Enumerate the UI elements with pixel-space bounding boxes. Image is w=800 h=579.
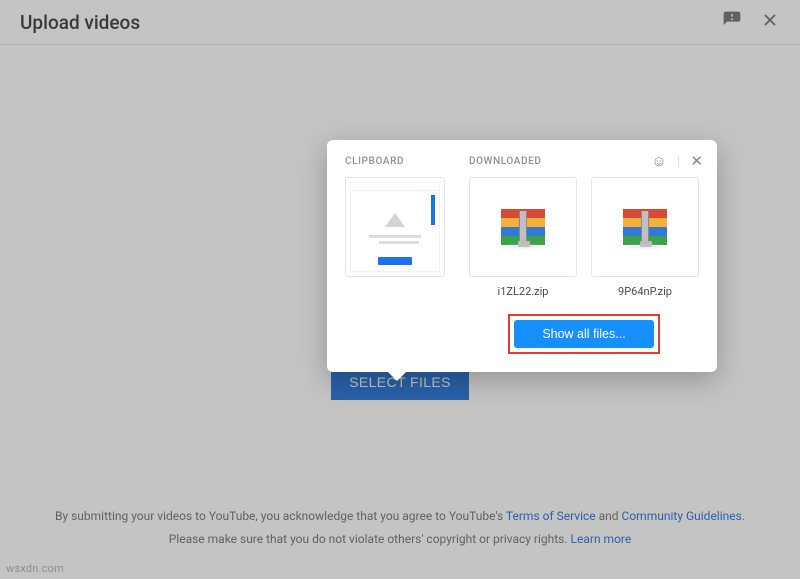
emoji-icon[interactable]: ☺ bbox=[651, 152, 666, 170]
file-name: i1ZL22.zip bbox=[498, 285, 549, 298]
file-name: 9P64nP.zip bbox=[618, 285, 672, 298]
footer-text-2: Please make sure that you do not violate… bbox=[169, 532, 571, 546]
archive-icon bbox=[501, 209, 545, 245]
downloaded-file[interactable]: i1ZL22.zip bbox=[469, 177, 577, 298]
archive-icon bbox=[623, 209, 667, 245]
show-all-files-button[interactable]: Show all files... bbox=[514, 320, 653, 348]
file-picker-popover: ☺ | ✕ CLIPBOARD DOWNLOADED bbox=[327, 140, 717, 372]
learn-more-link[interactable]: Learn more bbox=[571, 532, 632, 546]
watermark: wsxdn.com bbox=[6, 562, 64, 575]
close-icon[interactable]: ✕ bbox=[690, 152, 703, 170]
downloaded-file[interactable]: 9P64nP.zip bbox=[591, 177, 699, 298]
legal-footer: By submitting your videos to YouTube, yo… bbox=[0, 505, 800, 551]
clipboard-preview bbox=[350, 182, 440, 272]
clipboard-item[interactable] bbox=[345, 177, 445, 277]
close-icon[interactable] bbox=[760, 10, 780, 34]
feedback-icon[interactable] bbox=[722, 10, 742, 34]
header-actions bbox=[722, 10, 780, 34]
separator: | bbox=[677, 152, 681, 170]
tos-link[interactable]: Terms of Service bbox=[506, 509, 596, 523]
downloaded-section: DOWNLOADED i1ZL22.zip bbox=[469, 156, 699, 354]
popover-actions: ☺ | ✕ bbox=[651, 152, 703, 170]
clipboard-section: CLIPBOARD bbox=[345, 156, 461, 277]
dialog-title: Upload videos bbox=[20, 11, 140, 34]
footer-text: By submitting your videos to YouTube, yo… bbox=[55, 509, 506, 523]
clipboard-label: CLIPBOARD bbox=[345, 156, 461, 167]
guidelines-link[interactable]: Community Guidelines bbox=[622, 509, 742, 523]
dialog-header: Upload videos bbox=[0, 0, 800, 45]
highlight-annotation: Show all files... bbox=[508, 314, 659, 354]
